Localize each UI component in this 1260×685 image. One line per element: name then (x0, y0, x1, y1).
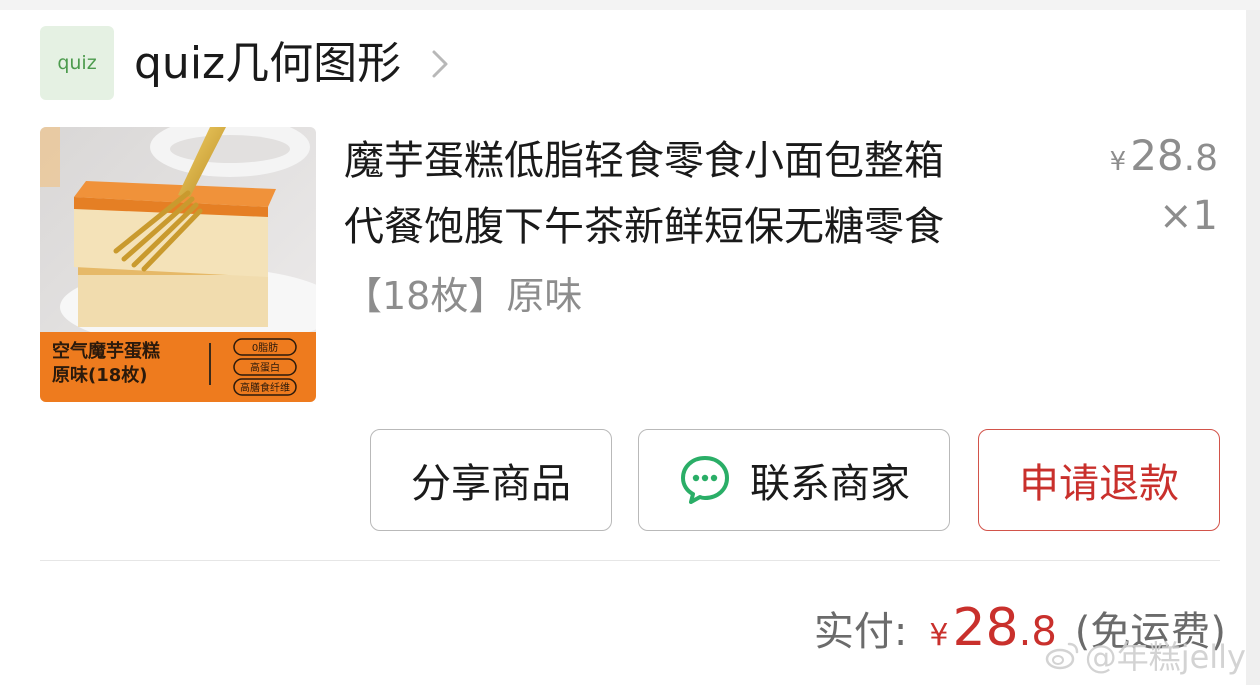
share-product-button[interactable]: 分享商品 (370, 429, 612, 531)
watermark: @年糕jelly (1045, 632, 1246, 678)
contact-merchant-label: 联系商家 (750, 461, 910, 507)
product-price: ¥28.8 (1110, 128, 1218, 193)
total-integer: 28 (952, 598, 1019, 658)
scrollbar-track (1246, 10, 1260, 685)
total-currency-symbol: ¥ (929, 618, 949, 653)
product-image[interactable]: 空气魔芋蛋糕 原味(18枚) 0脂肪 高蛋白 高膳食纤维 (40, 127, 316, 402)
image-label-line1: 空气魔芋蛋糕 (52, 340, 160, 362)
watermark-text: @年糕jelly (1084, 638, 1246, 676)
product-title-line1: 魔芋蛋糕低脂轻食零食小面包整箱 (344, 138, 944, 184)
product-quantity: ×1 (1159, 193, 1218, 239)
image-badge-protein: 高蛋白 (250, 361, 280, 374)
chevron-right-icon[interactable] (426, 48, 454, 80)
product-title-line2: 代餐饱腹下午茶新鲜短保无糖零食 (344, 204, 944, 250)
weibo-icon (1045, 642, 1078, 670)
product-title[interactable]: 魔芋蛋糕低脂轻食零食小面包整箱 代餐饱腹下午茶新鲜短保无糖零食 (344, 128, 1064, 260)
shop-logo-text: quiz (57, 52, 97, 74)
divider (40, 560, 1220, 561)
total-label: 实付: (813, 609, 908, 655)
image-badge-fat: 0脂肪 (252, 341, 278, 354)
shop-logo[interactable]: quiz (40, 26, 114, 100)
price-integer: 28 (1130, 131, 1184, 180)
request-refund-button[interactable]: 申请退款 (978, 429, 1220, 531)
shop-name[interactable]: quiz几何图形 (134, 36, 401, 92)
image-badge-fiber: 高膳食纤维 (240, 381, 290, 394)
chat-bubble-icon (681, 456, 729, 504)
product-spec: 【18枚】原味 (344, 274, 583, 318)
cake-product-illustration: 空气魔芋蛋糕 原味(18枚) 0脂肪 高蛋白 高膳食纤维 (40, 127, 316, 402)
request-refund-label: 申请退款 (1019, 461, 1179, 507)
share-product-label: 分享商品 (411, 461, 571, 507)
price-currency-symbol: ¥ (1109, 147, 1127, 177)
contact-merchant-button[interactable]: 联系商家 (638, 429, 950, 531)
price-decimal: .8 (1183, 138, 1218, 179)
image-label-line2: 原味(18枚) (52, 364, 148, 386)
